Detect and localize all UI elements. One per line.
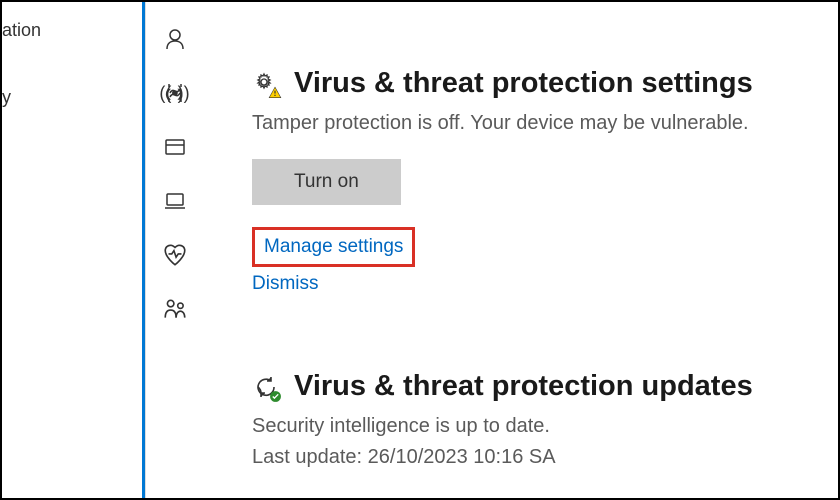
firewall-icon[interactable]: ( ) ((•)) (162, 80, 188, 106)
updates-section: Virus & threat protection updates Securi… (252, 370, 818, 469)
settings-section-header: Virus & threat protection settings (252, 67, 818, 100)
vertical-divider-light (145, 2, 146, 498)
last-update-text: Last update: 26/10/2023 10:16 SA (252, 446, 818, 469)
nav-strip: ( ) ((•)) (147, 2, 202, 498)
main-content: Virus & threat protection settings Tampe… (252, 67, 818, 469)
gear-warning-icon (252, 70, 280, 98)
turn-on-button[interactable]: Turn on (252, 159, 401, 205)
dismiss-link[interactable]: Dismiss (252, 273, 319, 295)
updates-title: Virus & threat protection updates (294, 370, 753, 403)
partial-text-2: y (2, 79, 72, 116)
device-icon[interactable] (162, 188, 188, 214)
left-partial-panel: ation y (2, 2, 72, 498)
updates-section-header: Virus & threat protection updates (252, 370, 818, 403)
family-icon[interactable] (162, 296, 188, 322)
manage-settings-highlight: Manage settings (252, 227, 415, 267)
app-browser-icon[interactable] (162, 134, 188, 160)
health-icon[interactable] (162, 242, 188, 268)
account-icon[interactable] (162, 26, 188, 52)
settings-title: Virus & threat protection settings (294, 67, 753, 100)
updates-description: Security intelligence is up to date. (252, 415, 818, 438)
settings-description: Tamper protection is off. Your device ma… (252, 112, 818, 135)
last-update-value: 26/10/2023 10:16 SA (368, 446, 556, 468)
manage-settings-link[interactable]: Manage settings (264, 236, 403, 258)
last-update-label: Last update: (252, 446, 362, 468)
refresh-check-icon (252, 373, 280, 401)
partial-text-1: ation (2, 12, 72, 49)
